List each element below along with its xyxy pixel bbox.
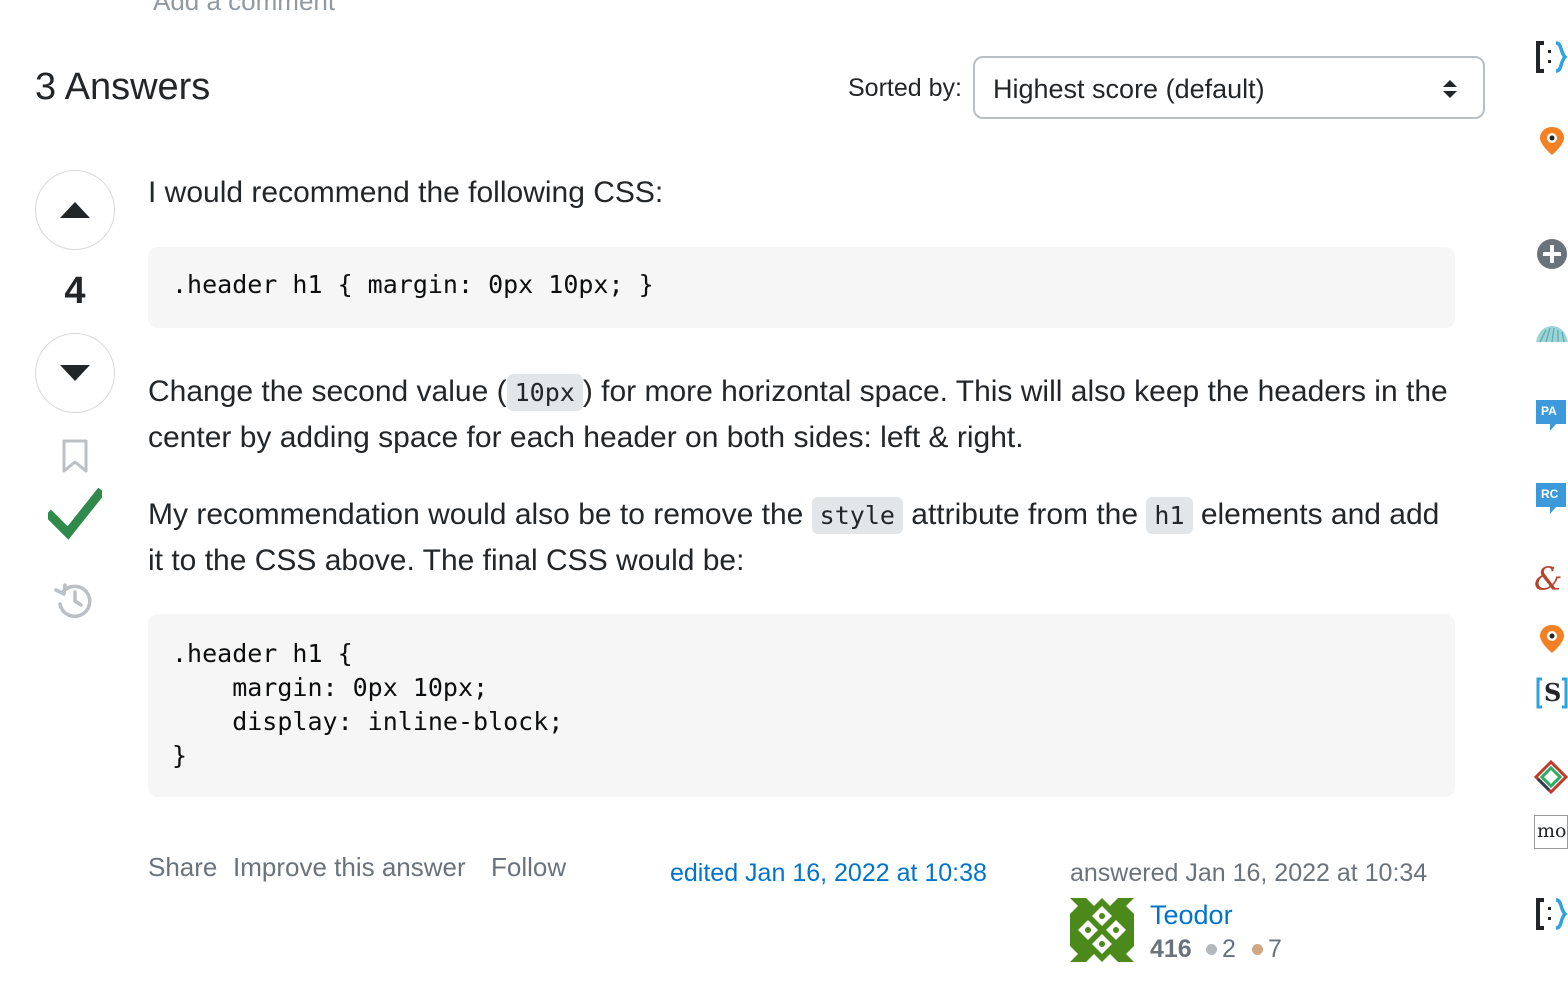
edited-timestamp-link[interactable]: edited Jan 16, 2022 at 10:38 (670, 859, 987, 888)
pa-chat-icon[interactable]: PA (1534, 398, 1568, 432)
accepted-checkmark-icon (48, 488, 102, 540)
pa-label: PA (1541, 404, 1557, 418)
bracket-logo-icon[interactable] (1534, 897, 1568, 931)
sort-select-value: Highest score (default) (993, 74, 1265, 104)
user-avatar[interactable] (1070, 898, 1134, 962)
answered-timestamp: answered Jan 16, 2022 at 10:34 (1070, 859, 1428, 887)
follow-link[interactable]: Follow (491, 852, 566, 883)
silver-badge-icon (1206, 944, 1217, 955)
bronze-badge-count: 7 (1252, 935, 1282, 964)
silver-badge-number: 2 (1222, 935, 1236, 963)
inline-code: style (811, 497, 903, 534)
bronze-badge-icon (1252, 944, 1263, 955)
paragraph-text: Change the second value ( (148, 375, 507, 408)
code-block: .header h1 { margin: 0px 10px; display: … (148, 614, 1455, 797)
plus-circle-icon[interactable] (1534, 237, 1568, 271)
answer-paragraph: Change the second value (10px) for more … (148, 369, 1458, 460)
sort-label: Sorted by: (848, 74, 962, 102)
add-comment-link[interactable]: Add a comment (153, 0, 335, 17)
s-logo-label: S (1544, 678, 1562, 707)
bronze-badge-number: 7 (1268, 935, 1282, 963)
vote-count: 4 (64, 270, 86, 312)
ampersand-icon[interactable]: & (1534, 562, 1568, 596)
rc-label: RC (1541, 487, 1559, 501)
user-name-link[interactable]: Teodor (1150, 900, 1233, 931)
diamond-logo-icon[interactable] (1534, 760, 1568, 794)
rc-chat-icon[interactable]: RC (1534, 481, 1568, 515)
mo-logo-icon[interactable]: mo (1534, 815, 1568, 849)
map-pin-icon[interactable] (1534, 124, 1568, 158)
select-arrows-icon (1443, 80, 1457, 98)
paragraph-text: My recommendation would also be to remov… (148, 498, 812, 531)
improve-answer-link[interactable]: Improve this answer (233, 852, 466, 883)
answer-paragraph: My recommendation would also be to remov… (148, 492, 1458, 583)
inline-code: h1 (1146, 497, 1193, 534)
history-icon[interactable] (53, 580, 95, 620)
upvote-button[interactable] (35, 170, 115, 250)
user-reputation: 416 (1150, 935, 1192, 963)
paragraph-text: attribute from the (902, 498, 1147, 531)
answers-count-heading: 3 Answers (35, 66, 211, 108)
sort-select[interactable]: Highest score (default) (973, 56, 1485, 119)
arrow-down-icon (60, 365, 90, 381)
s-logo-icon[interactable]: S (1534, 676, 1568, 710)
map-pin-icon[interactable] (1534, 622, 1568, 656)
silver-badge-count: 2 (1206, 935, 1236, 964)
share-link[interactable]: Share (148, 852, 217, 883)
bracket-logo-icon[interactable] (1534, 40, 1568, 74)
bookmark-icon[interactable] (60, 438, 90, 474)
cloud-icon[interactable] (1534, 318, 1568, 352)
inline-code: 10px (506, 374, 583, 411)
arrow-up-icon (60, 202, 90, 218)
code-block: .header h1 { margin: 0px 10px; } (148, 247, 1455, 328)
downvote-button[interactable] (35, 333, 115, 413)
answer-paragraph: I would recommend the following CSS: (148, 176, 664, 209)
